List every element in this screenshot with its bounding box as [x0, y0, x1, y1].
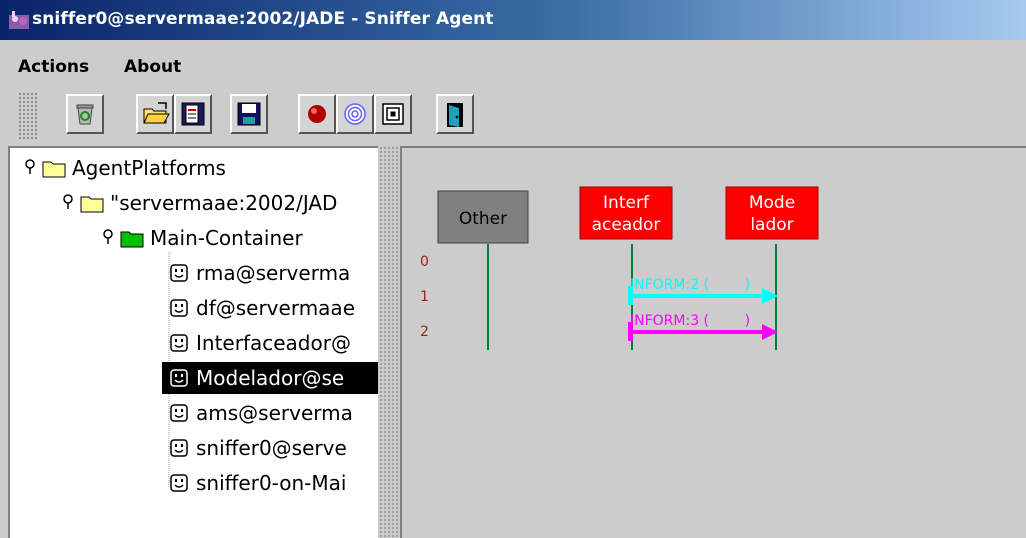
- agent-label-modelador-1: Mode: [749, 193, 795, 213]
- agent-face-icon: [170, 474, 188, 492]
- recycle-bin-icon: [76, 104, 94, 125]
- menu-bar: Actions About: [0, 40, 1026, 84]
- menu-about[interactable]: About: [124, 57, 181, 77]
- agent-label-other: Other: [459, 209, 507, 229]
- agent-label-modelador-2: lador: [750, 215, 793, 235]
- write-messages-button[interactable]: [174, 94, 212, 134]
- message-label: INFORM:3 ( ): [630, 313, 750, 329]
- green-folder-icon: [120, 231, 144, 248]
- row-number: 1: [420, 289, 429, 305]
- row-number: 0: [420, 254, 429, 270]
- red-record-icon: [308, 105, 326, 123]
- save-button[interactable]: [230, 94, 268, 134]
- tree-node-label: "servermaae:2002/JAD: [110, 191, 338, 215]
- exit-button[interactable]: [436, 94, 474, 134]
- agent-face-icon: [170, 264, 188, 282]
- door-exit-icon: [447, 103, 463, 127]
- tree-node-label: df@servermaae: [196, 296, 355, 320]
- toolbar-grip[interactable]: [18, 92, 38, 140]
- sniffer-canvas[interactable]: Other Interf aceador Mode lador 0 1 2 IN…: [400, 146, 1026, 538]
- tree-node-label: ams@serverma: [196, 401, 353, 425]
- jade-sniffer-icon: [9, 11, 29, 29]
- agent-face-icon: [170, 439, 188, 457]
- tree-node-label: sniffer0-on-Mai: [196, 471, 347, 495]
- window-title: sniffer0@servermaae:2002/JADE - Sniffer …: [32, 9, 494, 29]
- agent-face-icon: [170, 299, 188, 317]
- agent-face-icon: [170, 369, 188, 387]
- tree-expand-handle-icon[interactable]: [102, 229, 116, 245]
- agent-face-icon: [170, 334, 188, 352]
- menu-actions[interactable]: Actions: [18, 57, 89, 77]
- sniff-on-button[interactable]: [298, 94, 336, 134]
- clear-canvas-button[interactable]: [66, 94, 104, 134]
- message-arrow-inform-2: INFORM:2 ( ): [628, 277, 778, 305]
- agent-tree[interactable]: AgentPlatforms "servermaae:2002/JAD Main…: [8, 146, 378, 538]
- tree-expand-handle-icon[interactable]: [62, 194, 76, 210]
- folder-open-icon: [143, 102, 170, 124]
- sequence-diagram: Other Interf aceador Mode lador 0 1 2 IN…: [420, 186, 819, 350]
- message-arrow-inform-3: INFORM:3 ( ): [628, 313, 778, 341]
- split-pane-divider[interactable]: [380, 146, 398, 538]
- message-label: INFORM:2 ( ): [630, 277, 750, 293]
- tree-expand-handle-icon[interactable]: [24, 159, 38, 175]
- row-number: 2: [420, 324, 429, 340]
- tree-node-agent-selected[interactable]: Modelador@se: [162, 362, 378, 394]
- agent-face-icon: [170, 404, 188, 422]
- floppy-disk-icon: [237, 102, 261, 126]
- document-icon: [181, 102, 205, 126]
- folder-icon: [42, 161, 66, 178]
- tree-node-label: Interfaceador@: [196, 331, 351, 355]
- spiral-icon: [344, 103, 366, 125]
- tree-node-label: rma@serverma: [196, 261, 351, 285]
- agent-label-interfaceador-2: aceador: [592, 215, 661, 235]
- open-button[interactable]: [136, 94, 174, 134]
- nested-squares-icon: [382, 103, 404, 125]
- tree-node-label: Modelador@se: [194, 366, 347, 390]
- tree-node-label: AgentPlatforms: [72, 156, 226, 180]
- title-bar[interactable]: sniffer0@servermaae:2002/JADE - Sniffer …: [0, 0, 1026, 40]
- tree-node-label: sniffer0@serve: [196, 436, 347, 460]
- sniff-off-button[interactable]: [336, 94, 374, 134]
- show-only-button[interactable]: [374, 94, 412, 134]
- tree-node-label: Main-Container: [150, 226, 303, 250]
- folder-icon: [80, 196, 104, 213]
- agent-label-interfaceador-1: Interf: [603, 193, 650, 213]
- toolbar: [0, 84, 1026, 146]
